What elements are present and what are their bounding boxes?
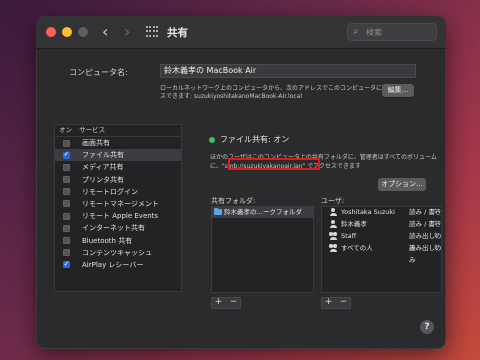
service-row[interactable]: プリンタ共有: [54, 174, 182, 186]
service-label: インターネット共有: [82, 224, 145, 233]
status-indicator: [209, 137, 215, 143]
service-checkbox[interactable]: [63, 139, 70, 147]
search-input[interactable]: [366, 25, 432, 39]
service-row[interactable]: リモートログイン: [54, 186, 182, 198]
title-bar: ‹ › 共有 ⌕: [36, 16, 446, 49]
shared-folders-label: 共有フォルダ:: [211, 197, 256, 205]
sharing-preferences-window: ‹ › 共有 ⌕ コンピュータ名: 鈴木義孝の MacBook Air ローカル…: [36, 16, 446, 349]
service-checkbox[interactable]: [63, 163, 70, 171]
user-row[interactable]: Staff 読み出しのみ ⇕: [321, 230, 442, 252]
user-name: Staff: [341, 232, 357, 240]
service-checkbox[interactable]: [63, 176, 70, 184]
users-label: ユーザ:: [321, 197, 345, 205]
group-icon: [329, 244, 337, 252]
service-row[interactable]: リモート Apple Events: [54, 210, 182, 222]
service-label: リモート Apple Events: [82, 212, 159, 221]
user-name: Yoshitaka Suzuki: [341, 208, 395, 216]
service-label: Bluetooth 共有: [82, 236, 133, 245]
service-label: ファイル共有: [82, 151, 124, 160]
service-checkbox[interactable]: [63, 188, 70, 196]
computer-name-label: コンピュータ名:: [69, 68, 128, 77]
shared-folder-label: 鈴木義孝の…ークフォルダ: [224, 208, 302, 216]
service-label: リモートログイン: [82, 187, 138, 196]
service-row[interactable]: メディア共有: [54, 161, 182, 173]
service-checkbox[interactable]: [63, 237, 70, 244]
remove-shared-folder-button[interactable]: −: [226, 297, 241, 308]
access-info-prefix: に、: [210, 163, 222, 170]
search-field[interactable]: ⌕: [347, 23, 437, 41]
remove-user-button[interactable]: −: [336, 297, 351, 308]
shared-folder-add-remove: + −: [211, 297, 241, 309]
header-service: サービス: [79, 126, 106, 134]
user-row[interactable]: 鈴木義孝 読み / 書き ⇕: [321, 218, 442, 230]
popup-arrows-icon[interactable]: ⇕: [433, 206, 438, 218]
user-icon: [329, 208, 337, 216]
service-row[interactable]: コンテンツキャッシュ: [54, 247, 182, 259]
user-icon: [329, 220, 337, 228]
folder-icon: [214, 207, 222, 215]
service-label: プリンタ共有: [82, 175, 124, 184]
services-header: オン サービス: [54, 124, 182, 137]
shared-folder-item[interactable]: 鈴木義孝の…ークフォルダ: [211, 206, 314, 218]
options-button[interactable]: オプション...: [378, 178, 426, 191]
close-button[interactable]: [46, 27, 56, 37]
popup-arrows-icon[interactable]: ⇕: [433, 230, 438, 242]
service-checkbox[interactable]: [63, 258, 70, 270]
service-row[interactable]: リモートマネージメント: [54, 198, 182, 210]
popup-arrows-icon[interactable]: ⇕: [433, 242, 438, 254]
service-checkbox[interactable]: [63, 148, 70, 160]
user-row[interactable]: すべての人 読み出しのみ ⇕: [321, 242, 442, 264]
minimize-button[interactable]: [62, 27, 72, 37]
service-checkbox[interactable]: [63, 200, 70, 208]
user-add-remove: + −: [321, 297, 351, 309]
user-name: 鈴木義孝: [341, 220, 367, 228]
forward-arrow-icon[interactable]: ›: [124, 22, 130, 41]
header-on: オン: [59, 126, 72, 134]
file-sharing-status: ファイル共有: オン: [220, 135, 290, 144]
edit-button[interactable]: 編集...: [382, 84, 414, 97]
zoom-button[interactable]: [78, 27, 88, 37]
back-arrow-icon[interactable]: ‹: [102, 22, 108, 41]
computer-name-field[interactable]: 鈴木義孝の MacBook Air: [160, 64, 416, 78]
popup-arrows-icon[interactable]: ⇕: [433, 218, 438, 230]
add-user-button[interactable]: +: [321, 297, 336, 308]
service-row[interactable]: インターネット共有: [54, 222, 182, 234]
service-checkbox[interactable]: [63, 224, 70, 232]
smb-address-highlight: [228, 158, 320, 170]
group-icon: [329, 232, 337, 240]
computer-address-description-2: スできます: suzukiyoshitakanoMacBook-Air.loca…: [160, 93, 303, 100]
add-shared-folder-button[interactable]: +: [211, 297, 226, 308]
service-row[interactable]: Bluetooth 共有: [54, 235, 182, 247]
help-button[interactable]: ?: [420, 320, 434, 334]
shared-folders-list: 鈴木義孝の…ークフォルダ: [211, 206, 314, 293]
service-label: AirPlay レシーバー: [82, 260, 144, 269]
user-name: すべての人: [341, 244, 373, 252]
services-list: オン サービス 画面共有ファイル共有メディア共有プリンタ共有リモートログインリモ…: [54, 124, 182, 292]
service-label: コンテンツキャッシュ: [82, 248, 152, 257]
service-checkbox[interactable]: [63, 249, 70, 257]
users-list: Yoshitaka Suzuki 読み / 書き ⇕ 鈴木義孝 読み / 書き ⇕ Staf…: [321, 206, 442, 293]
service-label: 画面共有: [82, 139, 110, 147]
service-row[interactable]: 画面共有: [54, 137, 182, 149]
search-icon: ⌕: [353, 26, 359, 37]
service-row[interactable]: AirPlay レシーバー: [54, 258, 182, 271]
service-checkbox[interactable]: [63, 212, 70, 220]
service-label: リモートマネージメント: [82, 199, 159, 208]
window-title: 共有: [167, 27, 188, 39]
show-all-grid-icon[interactable]: [146, 26, 159, 38]
user-row[interactable]: Yoshitaka Suzuki 読み / 書き ⇕: [321, 206, 442, 218]
service-label: メディア共有: [82, 163, 124, 172]
service-row[interactable]: ファイル共有: [54, 148, 182, 162]
